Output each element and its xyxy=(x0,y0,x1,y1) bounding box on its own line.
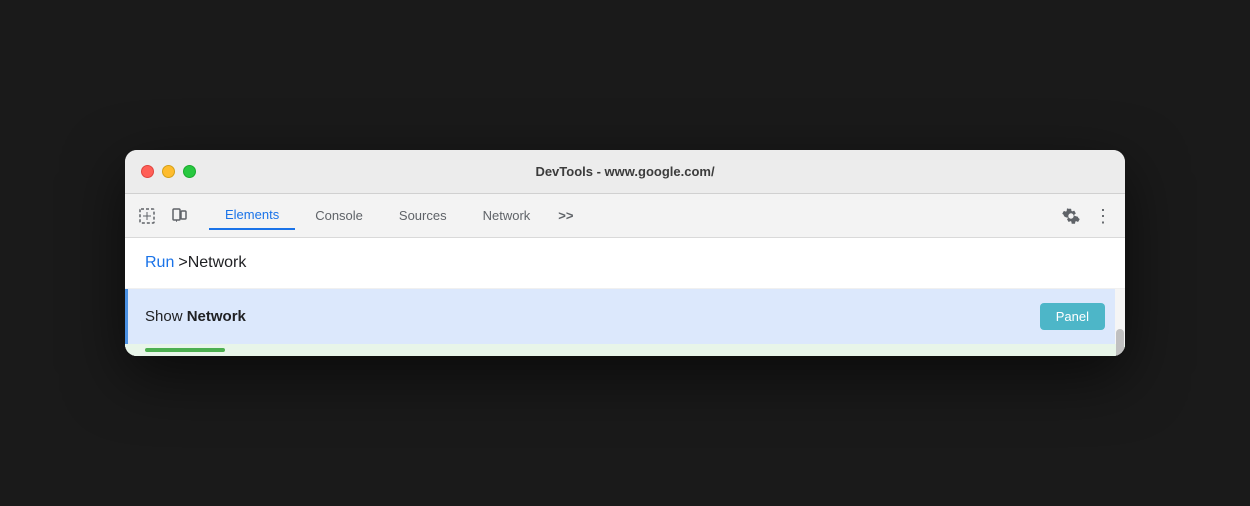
inspector-icon[interactable] xyxy=(133,202,161,230)
selection-indicator xyxy=(125,289,128,344)
command-input-row: Run xyxy=(125,238,1125,289)
scrollbar-track xyxy=(1115,289,1125,344)
tab-bar: Elements Console Sources Network >> xyxy=(125,194,1125,238)
traffic-lights xyxy=(141,165,196,178)
command-area: Run Show Network Panel xyxy=(125,238,1125,356)
tab-sources[interactable]: Sources xyxy=(383,202,463,229)
run-label: Run xyxy=(145,254,174,272)
command-input[interactable] xyxy=(178,254,1105,272)
minimize-button[interactable] xyxy=(162,165,175,178)
suggestion-row[interactable]: Show Network Panel xyxy=(125,289,1125,344)
suggestion-keyword: Network xyxy=(187,308,246,325)
device-toolbar-icon[interactable] xyxy=(165,202,193,230)
panel-badge[interactable]: Panel xyxy=(1040,303,1105,330)
scrollbar-thumb xyxy=(1116,329,1124,356)
maximize-button[interactable] xyxy=(183,165,196,178)
progress-indicator xyxy=(145,348,225,352)
close-button[interactable] xyxy=(141,165,154,178)
more-tabs-button[interactable]: >> xyxy=(550,204,581,227)
more-options-button[interactable]: ⋮ xyxy=(1089,202,1117,230)
tab-network[interactable]: Network xyxy=(467,202,547,229)
tab-console[interactable]: Console xyxy=(299,202,379,229)
tab-elements[interactable]: Elements xyxy=(209,201,295,230)
devtools-panel: Elements Console Sources Network >> xyxy=(125,194,1125,356)
suggestion-text: Show Network xyxy=(145,308,1040,325)
devtools-window: DevTools - www.google.com/ xyxy=(125,150,1125,356)
bottom-bar xyxy=(125,344,1125,356)
window-title: DevTools - www.google.com/ xyxy=(535,164,714,179)
settings-button[interactable] xyxy=(1057,202,1085,230)
title-bar: DevTools - www.google.com/ xyxy=(125,150,1125,194)
tab-actions: ⋮ xyxy=(1057,202,1117,230)
